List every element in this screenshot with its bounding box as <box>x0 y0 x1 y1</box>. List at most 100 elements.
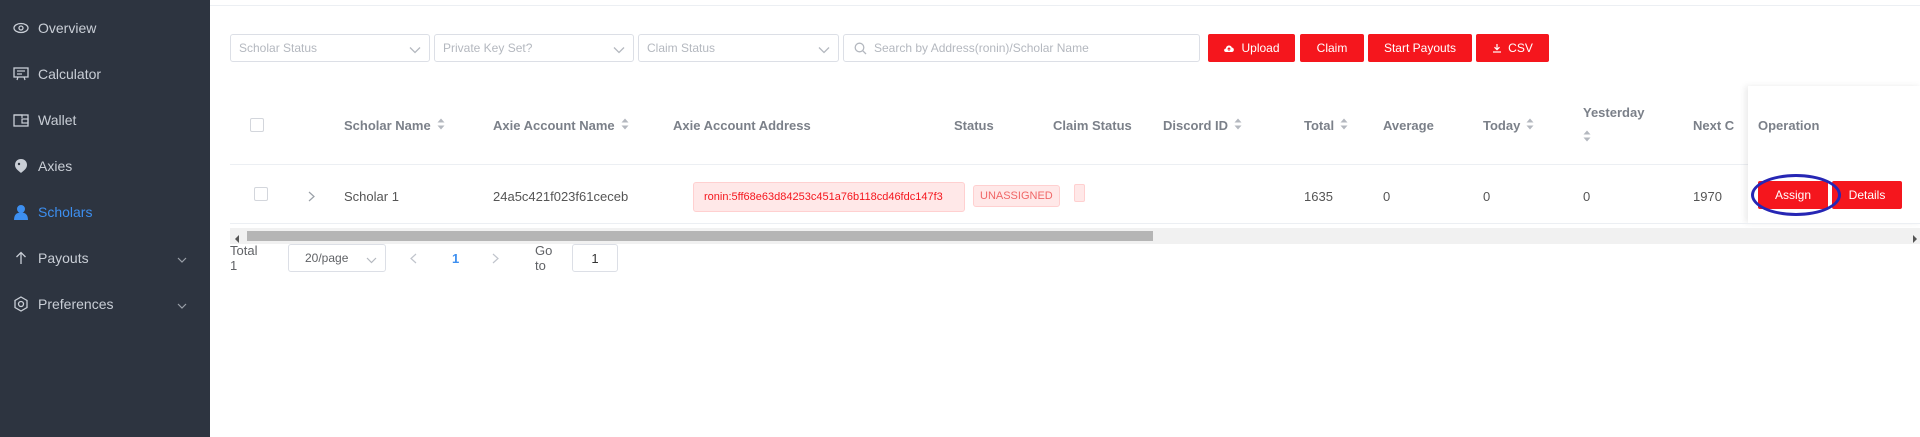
select-placeholder: Scholar Status <box>239 41 318 55</box>
sidebar-item-payouts[interactable]: Payouts <box>0 235 210 281</box>
column-header-operation: Operation <box>1758 86 1819 164</box>
sidebar-item-calculator[interactable]: Calculator <box>0 51 210 97</box>
page-size-select[interactable]: 20/page <box>288 244 386 272</box>
prev-page-icon[interactable] <box>410 244 417 272</box>
sidebar-item-wallet[interactable]: Wallet <box>0 97 210 143</box>
chevron-down-icon <box>177 296 187 312</box>
private-key-select[interactable]: Private Key Set? <box>434 34 634 62</box>
column-header-label: Next C <box>1693 117 1735 133</box>
chevron-down-icon <box>366 253 377 267</box>
column-header-label: Yesterday <box>1583 105 1645 120</box>
column-header-status: Status <box>954 86 994 164</box>
sidebar: Overview Calculator Wallet Axies Scholar… <box>0 0 210 437</box>
calculator-icon <box>13 66 29 82</box>
sort-icon[interactable] <box>1340 118 1348 133</box>
column-header-today[interactable]: Today <box>1483 86 1534 164</box>
cell-yesterday: 0 <box>1583 188 1591 204</box>
select-placeholder: Claim Status <box>647 41 716 55</box>
start-payouts-button[interactable]: Start Payouts <box>1368 34 1472 62</box>
header-divider <box>230 164 1920 165</box>
details-button[interactable]: Details <box>1832 181 1902 209</box>
eye-icon <box>13 20 29 36</box>
row-checkbox[interactable] <box>254 187 268 201</box>
horizontal-scrollbar[interactable] <box>230 228 1920 244</box>
cell-axie-account-name: 24a5c421f023f61ceceb <box>493 188 629 204</box>
sidebar-item-label: Calculator <box>38 66 102 82</box>
address-tag[interactable]: ronin:5ff68e63d84253c451a76b118cd46fdc14… <box>693 182 965 212</box>
cell-today: 0 <box>1483 188 1491 204</box>
csv-button[interactable]: CSV <box>1476 34 1549 62</box>
sort-icon[interactable] <box>1234 118 1242 133</box>
start-payouts-label: Start Payouts <box>1383 41 1457 55</box>
column-header-next: Next C <box>1693 86 1749 164</box>
select-all-checkbox[interactable] <box>250 118 264 132</box>
cloud-upload-icon <box>1224 45 1235 52</box>
sidebar-item-label: Payouts <box>38 250 89 266</box>
sidebar-item-axies[interactable]: Axies <box>0 143 210 189</box>
axie-icon <box>13 158 29 174</box>
pagination-total: Total 1 <box>230 243 258 273</box>
claim-button[interactable]: Claim <box>1300 34 1364 62</box>
sidebar-item-overview[interactable]: Overview <box>0 5 210 51</box>
goto-page-input[interactable]: 1 <box>572 244 618 272</box>
row-divider <box>230 223 1920 224</box>
column-header-claim-status: Claim Status <box>1053 86 1132 164</box>
cell-next: 1970 <box>1693 188 1722 204</box>
column-header-label: Claim Status <box>1053 117 1132 133</box>
goto-label: Go to <box>535 243 553 273</box>
cell-total: 1635 <box>1304 188 1333 204</box>
sort-icon[interactable] <box>1526 118 1534 133</box>
claim-status-select[interactable]: Claim Status <box>638 34 839 62</box>
sort-icon[interactable] <box>621 118 629 133</box>
claim-label: Claim <box>1316 41 1348 55</box>
sort-icon[interactable] <box>437 118 445 133</box>
column-header-label: Average <box>1383 117 1434 133</box>
sidebar-item-preferences[interactable]: Preferences <box>0 281 210 327</box>
sidebar-item-label: Scholars <box>38 204 93 220</box>
next-page-icon[interactable] <box>492 244 499 272</box>
gear-icon <box>13 296 29 312</box>
details-label: Details <box>1848 188 1886 202</box>
page-size-value: 20/page <box>305 251 349 265</box>
column-header-label: Discord ID <box>1163 117 1229 133</box>
page-number-current[interactable]: 1 <box>452 244 459 272</box>
scholar-status-select[interactable]: Scholar Status <box>230 34 430 62</box>
highlight-circle <box>1751 174 1841 216</box>
column-header-average: Average <box>1383 86 1434 164</box>
select-placeholder: Private Key Set? <box>443 41 533 55</box>
column-header-discord-id[interactable]: Discord ID <box>1163 86 1242 164</box>
column-header-total[interactable]: Total <box>1304 86 1348 164</box>
user-icon <box>13 204 29 220</box>
sidebar-item-scholars[interactable]: Scholars <box>0 189 210 235</box>
scrollbar-thumb[interactable] <box>247 231 1153 241</box>
scroll-right-arrow-icon[interactable] <box>1912 231 1918 249</box>
column-header-scholar-name[interactable]: Scholar Name <box>344 86 445 164</box>
row-expand-icon[interactable] <box>308 181 315 211</box>
cell-scholar-name: Scholar 1 <box>344 188 399 204</box>
top-divider <box>210 0 1920 6</box>
chevron-down-icon <box>818 43 830 57</box>
sort-icon[interactable] <box>1583 130 1591 145</box>
sidebar-item-label: Wallet <box>38 112 77 128</box>
chevron-down-icon <box>613 43 625 57</box>
claim-status-badge <box>1074 184 1085 202</box>
column-header-axie-account-name[interactable]: Axie Account Name <box>493 86 629 164</box>
column-header-yesterday[interactable]: Yesterday <box>1583 86 1644 164</box>
sidebar-item-label: Preferences <box>38 296 114 312</box>
wallet-icon <box>13 112 29 128</box>
main-content: Scholar Status Private Key Set? Claim St… <box>210 0 1920 437</box>
column-header-label: Operation <box>1758 117 1820 133</box>
column-header-label: Status <box>954 117 994 133</box>
column-header-label: Today <box>1483 117 1521 133</box>
sidebar-item-label: Overview <box>38 20 97 36</box>
status-badge: UNASSIGNED <box>973 185 1060 207</box>
column-header-label: Total <box>1304 117 1335 133</box>
chevron-down-icon <box>409 43 421 57</box>
search-input[interactable]: Search by Address(ronin)/Scholar Name <box>843 34 1200 62</box>
upload-label: Upload <box>1241 41 1280 55</box>
column-header-axie-account-address: Axie Account Address <box>673 86 811 164</box>
search-icon <box>854 42 867 58</box>
cell-average: 0 <box>1383 188 1391 204</box>
download-icon <box>1493 44 1502 53</box>
upload-button[interactable]: Upload <box>1208 34 1295 62</box>
